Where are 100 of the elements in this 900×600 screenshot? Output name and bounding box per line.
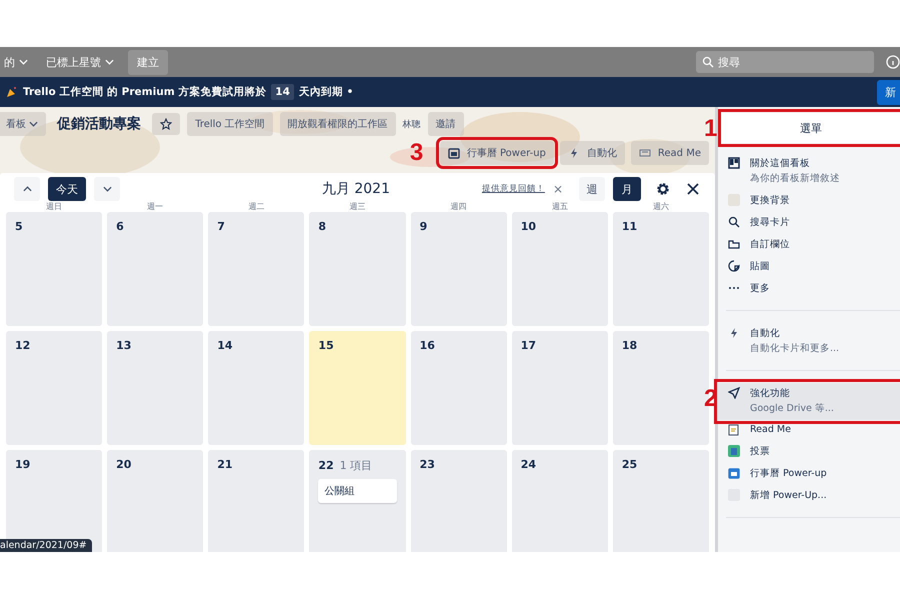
menu-item-description: 為你的看板新增敘述 bbox=[750, 172, 840, 185]
view-tab[interactable]: 週 bbox=[579, 177, 605, 201]
ballot-box-icon bbox=[728, 445, 740, 457]
menu-item[interactable]: 更多 bbox=[718, 278, 900, 300]
day-cell[interactable]: 16 bbox=[410, 331, 507, 445]
settings-icon[interactable] bbox=[655, 181, 671, 197]
day-cell[interactable]: 13 bbox=[107, 331, 204, 445]
feedback-link[interactable]: 提供意見回饋！ bbox=[482, 183, 545, 195]
search-icon bbox=[728, 216, 740, 228]
day-cell[interactable]: 6 bbox=[107, 212, 204, 326]
power-up-button[interactable]: 自動化 bbox=[560, 141, 625, 165]
callout-number: 3 bbox=[410, 141, 424, 165]
field-icon bbox=[728, 238, 740, 250]
today-button[interactable]: 今天 bbox=[48, 177, 86, 201]
day-cell[interactable]: 17 bbox=[512, 331, 608, 445]
menu-item[interactable]: 投票 bbox=[718, 441, 900, 463]
close-icon[interactable] bbox=[685, 181, 701, 197]
day-number: 15 bbox=[318, 339, 334, 352]
day-cell[interactable]: 20 bbox=[107, 450, 204, 552]
board-icon bbox=[728, 157, 740, 169]
day-cell[interactable]: 11 bbox=[612, 212, 709, 326]
day-number: 6 bbox=[116, 220, 124, 233]
calendar-icon bbox=[448, 147, 460, 159]
day-cell[interactable]: 15 bbox=[309, 331, 406, 445]
calendar-icon bbox=[728, 467, 740, 479]
chevron-down-icon bbox=[105, 59, 114, 65]
day-cell[interactable]: 9 bbox=[410, 212, 507, 326]
day-cell[interactable]: 23 bbox=[410, 450, 507, 552]
weekday-label: 週日 bbox=[45, 201, 64, 212]
day-number: 17 bbox=[520, 339, 536, 352]
item-count: 1 項目 bbox=[340, 458, 372, 473]
lightning-icon bbox=[728, 327, 740, 339]
menu-item-label: 關於這個看板 bbox=[750, 157, 811, 170]
day-cell[interactable]: 24 bbox=[512, 450, 608, 552]
day-cell[interactable]: 8 bbox=[309, 212, 406, 326]
info-icon[interactable] bbox=[886, 55, 900, 69]
day-cell[interactable]: 5 bbox=[6, 212, 102, 326]
day-number: 7 bbox=[217, 220, 225, 233]
day-number: 20 bbox=[116, 458, 132, 471]
menu-item[interactable]: 強化功能 Google Drive 等... bbox=[718, 383, 900, 420]
menu-item-description: Google Drive 等... bbox=[750, 402, 834, 415]
menu-item-label: 更換背景 bbox=[750, 194, 790, 207]
menu-item-label: 貼圖 bbox=[750, 260, 770, 273]
weekday-label: 週一 bbox=[146, 201, 164, 212]
day-cell[interactable]: 25 bbox=[612, 450, 709, 552]
day-number: 22 bbox=[318, 459, 334, 472]
trial-message: Trello 工作空間 的 Premium 方案免費試用將於 bbox=[23, 85, 266, 99]
chevron-down-icon bbox=[102, 186, 112, 192]
menu-item[interactable]: 自訂欄位 bbox=[718, 234, 900, 256]
menu-item[interactable]: 關於這個看板 為你的看板新增敘述 bbox=[718, 153, 900, 190]
member-avatar[interactable]: 林聰 bbox=[402, 118, 421, 130]
day-number: 23 bbox=[420, 458, 435, 471]
power-up-button[interactable]: Read Me bbox=[630, 141, 709, 165]
view-switcher[interactable]: 看板 bbox=[0, 112, 46, 136]
day-cell[interactable]: 10 bbox=[512, 212, 608, 326]
day-number: 25 bbox=[622, 458, 638, 471]
menu-item-label: 行事曆 Power-up bbox=[750, 467, 827, 480]
power-up-button[interactable]: 行事曆 Power-up bbox=[440, 141, 554, 165]
menu-item-description: 自動化卡片和更多... bbox=[750, 342, 840, 355]
menu-item-label: 搜尋卡片 bbox=[750, 216, 790, 229]
view-tab[interactable]: 月 bbox=[613, 177, 641, 201]
visibility-button[interactable]: 開放觀看權限的工作區 bbox=[280, 112, 396, 136]
menu-item[interactable]: 行事曆 Power-up bbox=[718, 463, 900, 485]
day-number: 18 bbox=[622, 339, 638, 352]
menu-item[interactable]: Read Me bbox=[718, 420, 900, 441]
sticker-icon bbox=[728, 260, 740, 272]
next-button[interactable] bbox=[94, 177, 120, 201]
calendar-card[interactable]: 公關組 bbox=[318, 479, 397, 503]
workspace-button[interactable]: Trello 工作空間 bbox=[187, 112, 273, 136]
previous-button[interactable] bbox=[14, 177, 40, 201]
day-cell[interactable]: 14 bbox=[208, 331, 304, 445]
menu-item[interactable]: 貼圖 bbox=[718, 256, 900, 278]
dismiss-button[interactable]: × bbox=[552, 182, 571, 196]
day-number: 19 bbox=[15, 458, 30, 471]
new-button[interactable]: 新 bbox=[877, 80, 900, 104]
day-cell[interactable]: 21 bbox=[208, 450, 304, 552]
menu-item[interactable]: 更換背景 bbox=[718, 190, 900, 212]
menu-item[interactable]: 新增 Power-Up... bbox=[718, 485, 900, 507]
note-icon bbox=[728, 424, 740, 436]
day-cell[interactable]: 12 bbox=[6, 331, 102, 445]
weekday-label: 週五 bbox=[550, 201, 569, 212]
menu-item[interactable]: 自動化 自動化卡片和更多... bbox=[718, 323, 900, 360]
menu-item-label: 自動化 bbox=[750, 327, 781, 340]
star-button[interactable] bbox=[152, 113, 180, 135]
status-url: alendar/2021/09# bbox=[0, 539, 92, 552]
weekday-label: 週三 bbox=[348, 201, 366, 212]
board-title: 促銷活動專案 bbox=[57, 115, 142, 133]
card-icon bbox=[638, 147, 651, 159]
nav-dropdown[interactable]: 的 bbox=[0, 50, 36, 74]
day-number: 12 bbox=[15, 339, 30, 352]
search-field[interactable]: 搜尋 bbox=[696, 51, 874, 73]
day-cell[interactable]: 22 1 項目 公關組 bbox=[309, 450, 406, 552]
nav-dropdown[interactable]: 已標上星號 bbox=[38, 50, 122, 74]
day-cell[interactable]: 7 bbox=[208, 212, 304, 326]
menu-item-label: Read Me bbox=[750, 424, 791, 435]
trial-message: 天內到期 • bbox=[298, 85, 354, 99]
invite-button[interactable]: 邀請 bbox=[428, 112, 464, 136]
day-number: 14 bbox=[217, 339, 233, 352]
menu-item[interactable]: 搜尋卡片 bbox=[718, 212, 900, 234]
callout-number: 1 bbox=[704, 117, 718, 141]
